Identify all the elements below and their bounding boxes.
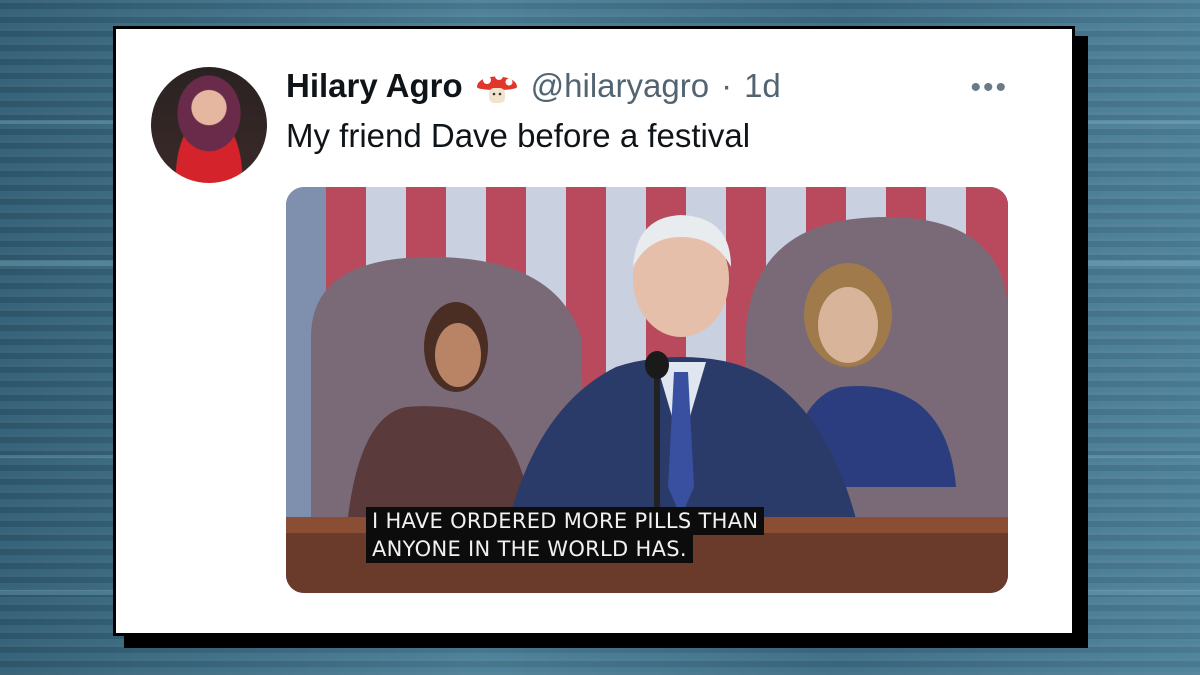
media-caption: I HAVE ORDERED MORE PILLS THAN ANYONE IN… bbox=[366, 507, 765, 563]
avatar[interactable] bbox=[151, 67, 267, 183]
caption-line-1: I HAVE ORDERED MORE PILLS THAN bbox=[366, 507, 765, 535]
timestamp[interactable]: 1d bbox=[744, 67, 781, 105]
mushroom-icon bbox=[476, 72, 517, 103]
separator-dot: · bbox=[721, 67, 733, 104]
tweet-card[interactable]: Hilary Agro @hilaryagro · 1d ••• My frie… bbox=[113, 26, 1075, 636]
tweet-text: My friend Dave before a festival bbox=[286, 117, 751, 154]
tweet-header: Hilary Agro @hilaryagro · 1d bbox=[286, 67, 781, 105]
display-name[interactable]: Hilary Agro bbox=[286, 67, 463, 105]
user-handle[interactable]: @hilaryagro bbox=[531, 67, 709, 105]
caption-line-2: ANYONE IN THE WORLD HAS. bbox=[366, 535, 693, 563]
more-options-icon[interactable]: ••• bbox=[970, 71, 1008, 105]
tweet-media[interactable]: I HAVE ORDERED MORE PILLS THAN ANYONE IN… bbox=[286, 187, 1008, 593]
